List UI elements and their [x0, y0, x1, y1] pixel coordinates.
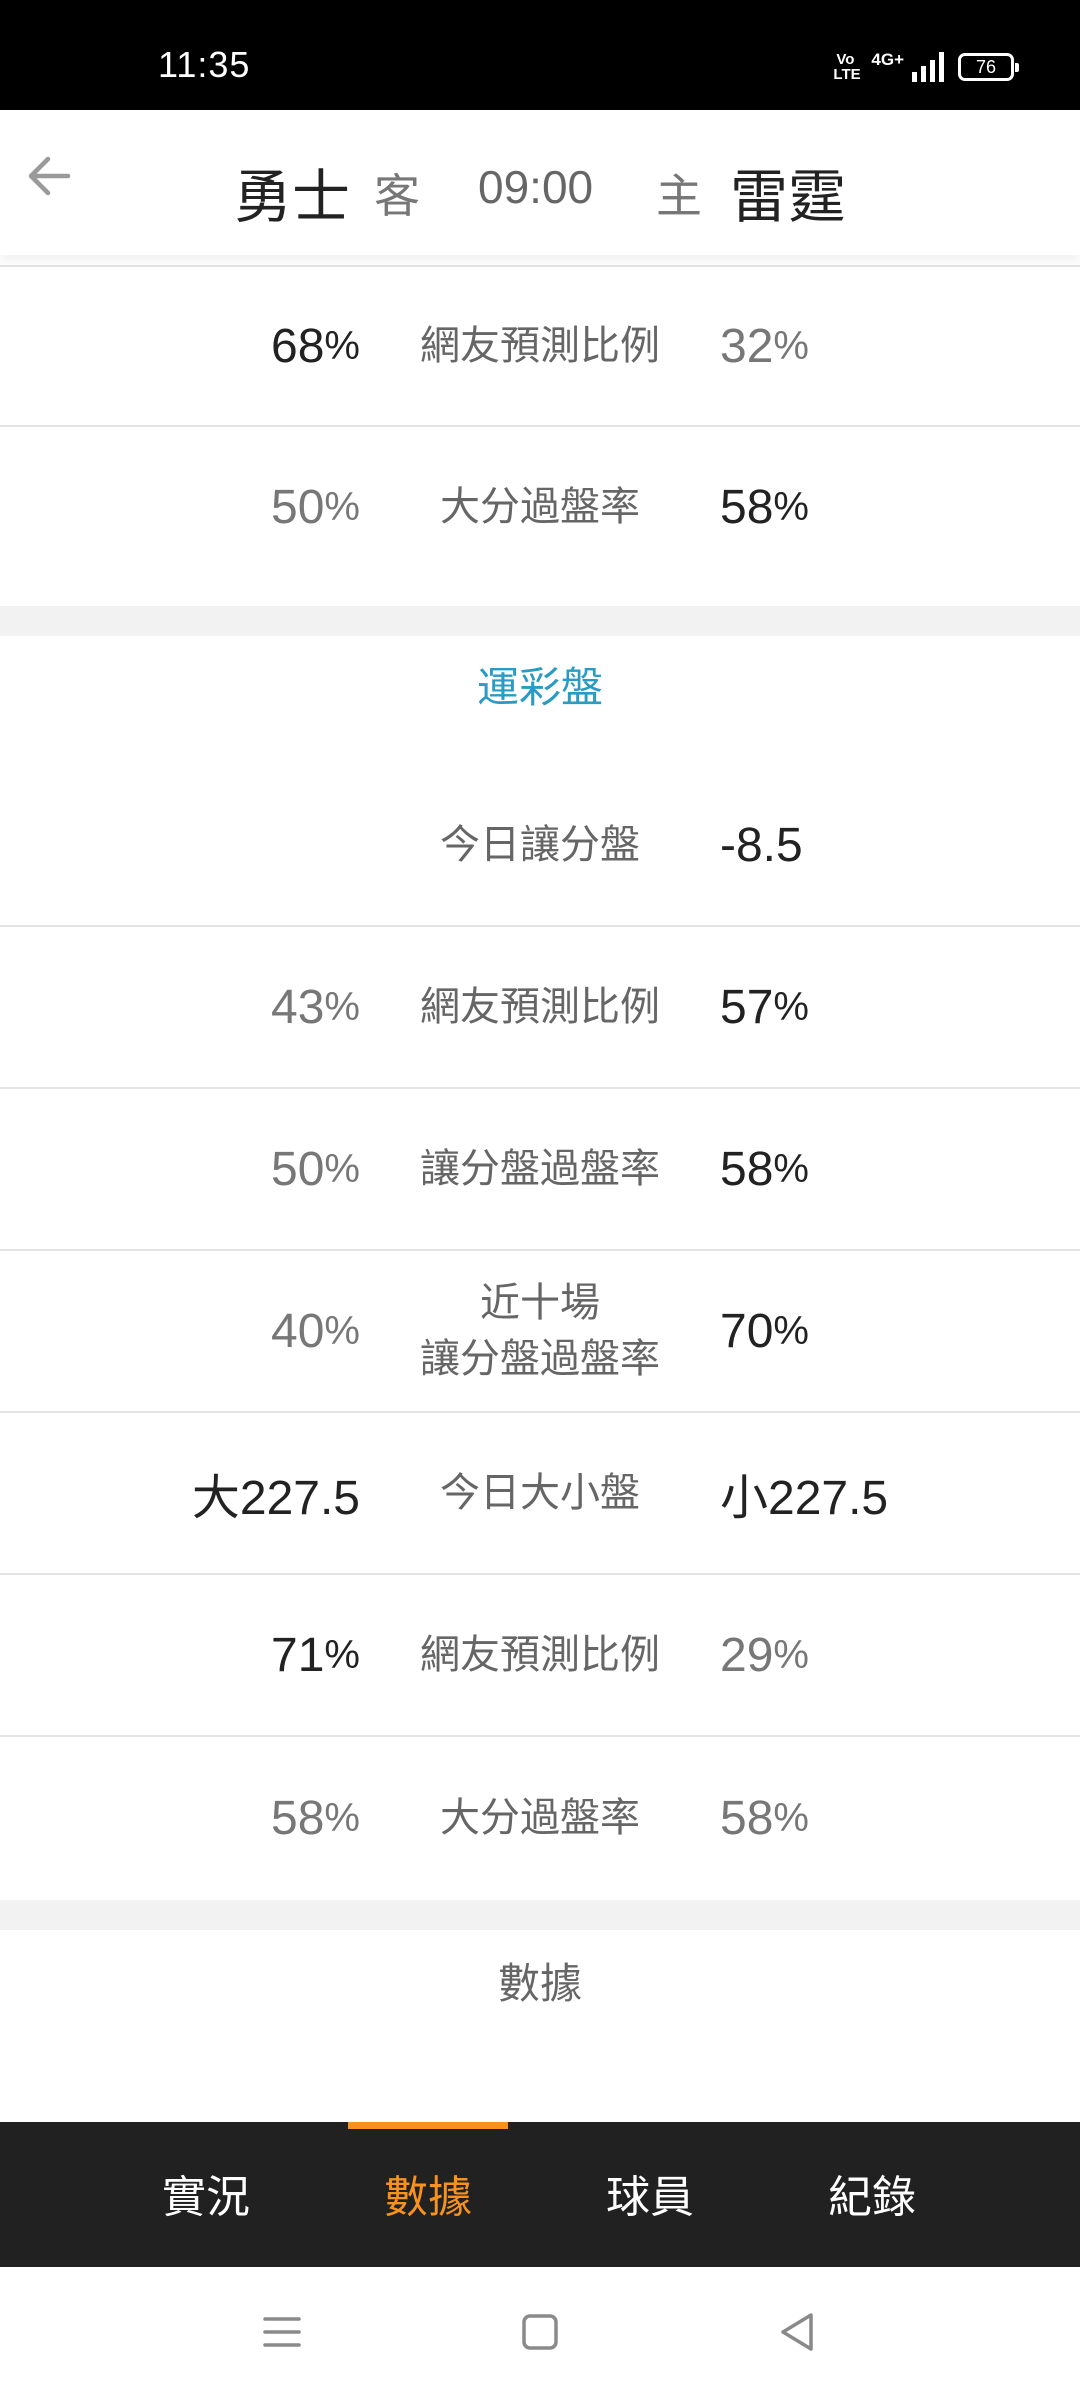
bottom-tab-bar: 實況 數據 球員 紀錄: [0, 2122, 1080, 2267]
tab-records[interactable]: 紀錄: [792, 2122, 952, 2267]
home-tag: 主: [656, 170, 702, 222]
away-value: 大227.5: [191, 1472, 360, 1525]
system-nav-bar: [0, 2267, 1080, 2400]
menu-button[interactable]: [257, 2307, 307, 2357]
stat-row: 50% 大分過盤率 58%: [0, 427, 1080, 587]
stat-label: 今日讓分盤: [440, 823, 640, 867]
away-team-name: 勇士: [234, 165, 351, 230]
back-button[interactable]: [22, 148, 78, 204]
stat-row: 今日讓分盤 -8.5: [0, 765, 1080, 927]
triangle-back-icon: [781, 2313, 813, 2351]
stat-label-line1: 近十場: [480, 1281, 600, 1325]
away-value: 68%: [271, 319, 360, 373]
stat-label: 網友預測比例: [420, 985, 660, 1029]
data-footer-label: 數據: [497, 1960, 582, 2007]
home-value: 小227.5: [720, 1472, 889, 1525]
home-value: 58%: [720, 1142, 809, 1196]
square-home-icon: [522, 2314, 558, 2350]
home-value: 32%: [720, 319, 809, 373]
home-value: 29%: [720, 1628, 809, 1682]
tab-players[interactable]: 球員: [570, 2122, 730, 2267]
home-team-name: 雷霆: [730, 165, 847, 230]
away-value: 50%: [271, 1142, 360, 1196]
status-icons: Vo LTE 4G+ 76: [833, 50, 1019, 84]
tab-live[interactable]: 實況: [126, 2122, 286, 2267]
away-tag: 客: [374, 170, 420, 222]
home-value: 58%: [720, 1791, 809, 1845]
stat-label: 大分過盤率: [440, 1796, 640, 1840]
home-value: 70%: [720, 1304, 809, 1358]
stat-row: 71% 網友預測比例 29%: [0, 1575, 1080, 1737]
match-header: 勇士 客 09:00 主 雷霆: [0, 110, 1080, 255]
away-value: 50%: [271, 480, 360, 534]
stat-label: 近十場 讓分盤過盤率: [380, 1251, 700, 1411]
stat-row: 40% 近十場讓分盤過盤率 70%: [0, 1251, 1080, 1413]
away-value: 58%: [271, 1791, 360, 1845]
away-value: 43%: [271, 980, 360, 1034]
home-value: 58%: [720, 480, 809, 534]
section-divider: [0, 606, 1080, 636]
stat-label-line2: 讓分盤過盤率: [420, 1337, 660, 1381]
stat-label: 大分過盤率: [440, 485, 640, 529]
stat-row: 68% 網友預測比例 32%: [0, 267, 1080, 427]
stat-label: 今日大小盤: [440, 1471, 640, 1515]
stat-row: 50% 讓分盤過盤率 58%: [0, 1089, 1080, 1251]
stats-table-top: 68% 網友預測比例 32% 50% 大分過盤率 58%: [0, 265, 1080, 587]
battery-icon: 76: [958, 53, 1019, 81]
clock: 11:35: [158, 44, 251, 85]
back-nav-button[interactable]: [773, 2307, 823, 2357]
tab-data[interactable]: 數據: [348, 2122, 508, 2267]
stat-label: 網友預測比例: [420, 324, 660, 368]
status-bar: 11:35 Vo LTE 4G+ 76: [0, 0, 1080, 110]
signal-icon: [912, 52, 944, 82]
game-time: 09:00: [478, 161, 594, 213]
stat-label: 讓分盤過盤率: [420, 1147, 660, 1191]
network-type: 4G+: [871, 50, 904, 69]
stat-row: 58% 大分過盤率 58%: [0, 1737, 1080, 1899]
section-divider: [0, 1900, 1080, 1930]
home-value: 57%: [720, 980, 809, 1034]
stat-row: 大227.5 今日大小盤 小227.5: [0, 1413, 1080, 1575]
home-button[interactable]: [515, 2307, 565, 2357]
away-value: 40%: [271, 1304, 360, 1358]
away-value: 71%: [271, 1628, 360, 1682]
stat-label: 網友預測比例: [420, 1633, 660, 1677]
stat-row: 43% 網友預測比例 57%: [0, 927, 1080, 1089]
stats-table-lottery: 今日讓分盤 -8.5 43% 網友預測比例 57% 50% 讓分盤過盤率 58%…: [0, 765, 1080, 1899]
home-value: -8.5: [720, 818, 803, 872]
volte-icon: Vo LTE: [833, 51, 861, 83]
section-title: 運彩盤: [476, 664, 603, 711]
menu-icon: [263, 2317, 301, 2347]
arrow-left-icon: [28, 156, 71, 196]
